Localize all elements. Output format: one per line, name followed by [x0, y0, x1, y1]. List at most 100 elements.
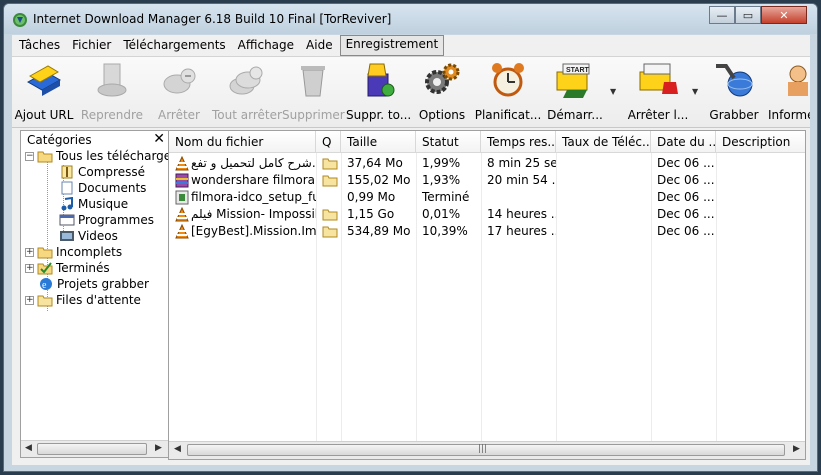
tree-item-programs[interactable]: Programmes [59, 213, 154, 227]
tree-item-compressed[interactable]: Compressé [59, 165, 145, 179]
tree-item-unfinished[interactable]: + Incomplets [25, 245, 122, 259]
start-queue-label: Démarr... [547, 108, 603, 122]
categories-close-icon[interactable]: ✕ [153, 131, 165, 147]
stop-all-button[interactable]: Tout arrêter [212, 60, 282, 124]
delete-completed-label: Suppr. to... [346, 108, 412, 122]
svg-text:START: START [566, 67, 590, 74]
finished-folder-icon [37, 262, 53, 275]
stop-label: Arrêter [157, 108, 200, 122]
add-url-button[interactable]: Ajout URL [14, 60, 74, 124]
title-bar[interactable]: Internet Download Manager 6.18 Build 10 … [4, 4, 817, 34]
delete-completed-icon [367, 63, 395, 97]
expand-icon[interactable]: + [25, 263, 34, 273]
toolbar: Ajout URL Reprendre Arrêter Tout arrêter… [12, 57, 810, 128]
tree-label-music: Musique [78, 197, 129, 211]
download-list: Nom du fichier Q Taille Statut Temps res… [168, 130, 806, 460]
column-header-status[interactable]: Statut [416, 131, 481, 153]
categories-scroll-thumb[interactable] [37, 443, 147, 455]
cell-time-left: 20 min 54 ... [487, 173, 556, 187]
column-header-time-left[interactable]: Temps res... [481, 131, 556, 153]
scheduler-button[interactable]: Planificat... [474, 60, 542, 124]
expand-icon[interactable]: + [25, 247, 34, 257]
minimize-button[interactable]: — [709, 6, 735, 24]
table-row[interactable]: wondershare filmora by... 155,02 Mo 1,93… [169, 172, 805, 189]
stop-queue-dropdown-arrow-icon[interactable]: ▼ [692, 87, 698, 96]
stop-queue-button[interactable]: Arrêter l... [622, 60, 694, 124]
tree-item-video[interactable]: Videos [59, 229, 118, 243]
menu-registration[interactable]: Enregistrement [339, 35, 445, 56]
scroll-left-icon[interactable]: ◀ [174, 444, 181, 454]
column-header-queue[interactable]: Q [316, 131, 341, 153]
options-button[interactable]: Options [414, 60, 470, 124]
resume-button[interactable]: Reprendre [80, 60, 144, 124]
ie-icon: e [40, 278, 52, 291]
tree-item-documents[interactable]: Documents [59, 181, 146, 195]
cell-status: 10,39% [422, 224, 468, 238]
tree-label-unfinished: Incomplets [56, 245, 123, 259]
document-icon [61, 181, 73, 195]
cell-size: 0,99 Mo [347, 190, 396, 204]
cell-status: 0,01% [422, 207, 461, 221]
cell-filename: [EgyBest].Mission.Impo... [191, 224, 316, 238]
start-queue-button[interactable]: START Démarr... [544, 60, 606, 124]
table-row[interactable]: فيلم Mission- Impossibl... 1,15 Go 0,01%… [169, 206, 805, 223]
expand-icon[interactable]: + [25, 295, 34, 305]
menu-tasks[interactable]: Tâches [14, 36, 65, 55]
tell-friend-button[interactable]: Informer... [764, 60, 810, 124]
column-header-description[interactable]: Description [716, 131, 805, 153]
maximize-button[interactable]: ▭ [735, 6, 761, 24]
window-title: Internet Download Manager 6.18 Build 10 … [33, 12, 392, 26]
tree-item-finished[interactable]: + Terminés [25, 261, 110, 275]
list-scroll-thumb[interactable]: ||| [187, 444, 785, 456]
folder-icon [37, 247, 53, 259]
menu-downloads[interactable]: Téléchargements [118, 36, 230, 55]
tree-item-music[interactable]: Musique [59, 197, 128, 211]
cell-rate [556, 189, 651, 206]
close-button[interactable]: ✕ [761, 6, 807, 24]
scroll-left-icon[interactable]: ◀ [25, 443, 32, 453]
tree-label-queues: Files d'attente [56, 293, 141, 307]
queue-folder-icon [37, 295, 53, 307]
scroll-right-icon[interactable]: ▶ [155, 443, 162, 453]
column-header-size[interactable]: Taille [341, 131, 416, 153]
column-header-date[interactable]: Date du ... [651, 131, 716, 153]
queue-folder-icon [322, 158, 338, 170]
menu-help[interactable]: Aide [301, 36, 338, 55]
table-row[interactable]: شرح كامل لتحميل و تفع... 37,64 Mo 1,99% … [169, 155, 805, 172]
start-queue-dropdown-arrow-icon[interactable]: ▼ [610, 87, 616, 96]
column-header-filename[interactable]: Nom du fichier [169, 131, 316, 153]
stop-all-label: Tout arrêter [212, 108, 282, 122]
delete-completed-button[interactable]: Suppr. to... [346, 60, 412, 124]
cell-status: 1,93% [422, 173, 461, 187]
cell-size: 534,89 Mo [347, 224, 411, 238]
scroll-right-icon[interactable]: ▶ [793, 444, 800, 454]
tree-label-video: Videos [78, 229, 118, 243]
tree-label-all: Tous les téléchargements [56, 149, 169, 163]
tree-item-queues[interactable]: + Files d'attente [25, 293, 141, 307]
tell-friend-icon [788, 65, 808, 96]
delete-button[interactable]: Supprimer [282, 60, 345, 124]
cell-description [716, 155, 805, 172]
list-horizontal-scrollbar[interactable]: ◀ ||| ▶ [169, 441, 805, 459]
cell-description [716, 172, 805, 189]
menu-view[interactable]: Affichage [233, 36, 299, 55]
column-header-transfer-rate[interactable]: Taux de Téléc... [556, 131, 651, 153]
cell-time-left: 14 heures ... [487, 207, 556, 221]
table-row[interactable]: filmora-idco_setup_full1... 0,99 Mo Term… [169, 189, 805, 206]
stop-queue-label: Arrêter l... [627, 108, 689, 122]
categories-horizontal-scrollbar[interactable]: ◀ ▶ [21, 440, 169, 457]
zip-icon [61, 165, 73, 179]
stop-button[interactable]: Arrêter [148, 60, 210, 124]
grabber-button[interactable]: Grabber [706, 60, 762, 124]
cell-description [716, 223, 805, 240]
cell-size: 37,64 Mo [347, 156, 403, 170]
table-row[interactable]: [EgyBest].Mission.Impo... 534,89 Mo 10,3… [169, 223, 805, 240]
tree-label-compressed: Compressé [78, 165, 145, 179]
cell-time-left: 17 heures ... [487, 224, 556, 238]
program-window-icon [59, 214, 75, 226]
tree-label-grabber-projects: Projets grabber [57, 277, 149, 291]
tree-item-all-downloads[interactable]: − Tous les téléchargements [25, 149, 169, 163]
menu-file[interactable]: Fichier [67, 36, 116, 55]
tree-item-grabber-projects[interactable]: e Projets grabber [38, 277, 149, 291]
collapse-icon[interactable]: − [25, 151, 34, 161]
